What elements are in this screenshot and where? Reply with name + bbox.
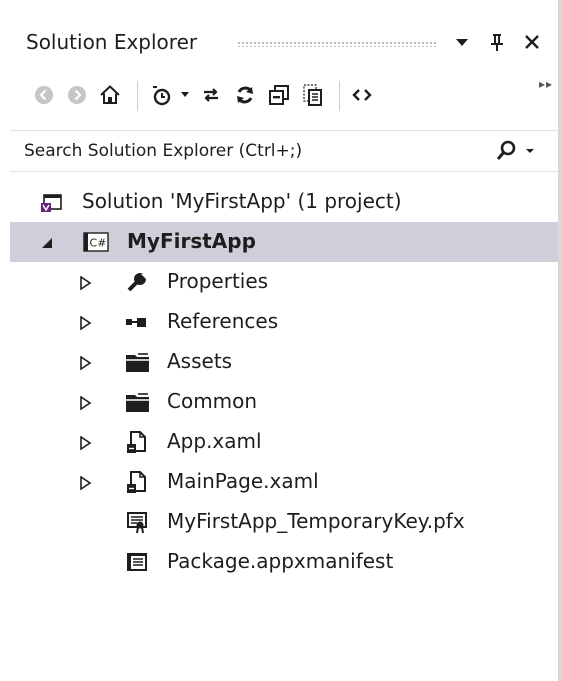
panel-title: Solution Explorer bbox=[26, 30, 198, 54]
tree-item-label: Common bbox=[167, 389, 258, 413]
solution-explorer-toolbar bbox=[0, 72, 558, 122]
collapsed-arrow-icon[interactable] bbox=[78, 395, 92, 411]
forward-icon bbox=[68, 86, 86, 104]
certificate-icon bbox=[125, 510, 149, 534]
close-icon bbox=[525, 35, 539, 49]
tree-item-label: MyFirstApp_TemporaryKey.pfx bbox=[167, 509, 465, 533]
search-options-button[interactable] bbox=[494, 137, 538, 165]
expanded-arrow-icon[interactable] bbox=[40, 235, 54, 249]
collapse-all-icon bbox=[269, 85, 289, 105]
home-button[interactable] bbox=[95, 80, 125, 110]
view-code-button[interactable] bbox=[347, 80, 377, 110]
filter-dropdown-caret[interactable] bbox=[181, 92, 189, 97]
tree-item-label: MainPage.xaml bbox=[167, 469, 319, 493]
tree-item-properties[interactable]: Properties bbox=[10, 262, 558, 302]
solution-explorer-panel: Solution Explorer ▸▸ Search Solution Exp… bbox=[0, 0, 562, 681]
project-icon-text: C# bbox=[90, 237, 107, 250]
chevron-down-icon bbox=[526, 149, 534, 153]
tree-item-label: MyFirstApp bbox=[127, 229, 256, 253]
tree-item-label: Package.appxmanifest bbox=[167, 549, 394, 573]
pin-icon bbox=[491, 34, 503, 51]
title-drag-grip[interactable] bbox=[237, 41, 437, 47]
collapsed-arrow-icon[interactable] bbox=[78, 475, 92, 491]
tree-item-project[interactable]: C# MyFirstApp bbox=[10, 222, 558, 262]
panel-border bbox=[558, 0, 562, 681]
tree-item-references[interactable]: References bbox=[10, 302, 558, 342]
csharp-project-icon: C# bbox=[82, 230, 110, 254]
show-all-files-icon bbox=[303, 84, 322, 106]
view-code-icon bbox=[352, 89, 372, 101]
refresh-button[interactable] bbox=[230, 80, 260, 110]
collapsed-arrow-icon[interactable] bbox=[78, 355, 92, 371]
tree-item-label: Properties bbox=[167, 269, 269, 293]
manifest-icon bbox=[125, 550, 149, 574]
collapsed-arrow-icon[interactable] bbox=[78, 275, 92, 291]
collapsed-arrow-icon[interactable] bbox=[78, 315, 92, 331]
pending-changes-filter-button[interactable] bbox=[146, 80, 176, 110]
search-icon bbox=[496, 140, 516, 160]
xaml-file-icon bbox=[125, 430, 149, 454]
tree-item-app-xaml[interactable]: App.xaml bbox=[10, 422, 558, 462]
auto-hide-pin-button[interactable] bbox=[485, 28, 509, 56]
tree-item-package-manifest[interactable]: Package.appxmanifest bbox=[10, 542, 558, 582]
tree-item-label: References bbox=[167, 309, 279, 333]
xaml-file-icon bbox=[125, 470, 149, 494]
references-icon bbox=[125, 310, 149, 334]
sync-with-active-document-icon bbox=[204, 88, 218, 102]
back-icon bbox=[35, 86, 53, 104]
show-all-files-button[interactable] bbox=[298, 80, 328, 110]
tree-item-common[interactable]: Common bbox=[10, 382, 558, 422]
tree-item-label: Solution 'MyFirstApp' (1 project) bbox=[82, 189, 402, 213]
window-position-dropdown-button[interactable] bbox=[450, 28, 474, 56]
pending-changes-filter-icon bbox=[153, 86, 171, 106]
close-panel-button[interactable] bbox=[519, 28, 545, 56]
sync-with-active-document-button[interactable] bbox=[196, 80, 226, 110]
tree-item-label: App.xaml bbox=[167, 429, 262, 453]
toolbar-separator bbox=[339, 81, 340, 111]
search-input[interactable] bbox=[24, 135, 474, 167]
collapse-all-button[interactable] bbox=[264, 80, 294, 110]
collapsed-arrow-icon[interactable] bbox=[78, 435, 92, 451]
wrench-icon bbox=[125, 270, 149, 294]
dropdown-icon bbox=[456, 39, 468, 46]
tree-item-assets[interactable]: Assets bbox=[10, 342, 558, 382]
tree-item-solution[interactable]: Solution 'MyFirstApp' (1 project) bbox=[10, 182, 558, 222]
panel-title-bar[interactable]: Solution Explorer bbox=[0, 22, 558, 62]
solution-icon bbox=[40, 190, 64, 214]
folder-icon bbox=[125, 350, 149, 374]
search-box[interactable] bbox=[10, 130, 558, 172]
toolbar-overflow-button[interactable]: ▸▸ bbox=[539, 77, 553, 91]
back-button[interactable] bbox=[29, 80, 59, 110]
refresh-icon bbox=[237, 86, 253, 104]
folder-icon bbox=[125, 390, 149, 414]
forward-button[interactable] bbox=[62, 80, 92, 110]
home-icon bbox=[100, 85, 120, 104]
toolbar-separator bbox=[137, 81, 138, 111]
tree-item-temporary-key[interactable]: MyFirstApp_TemporaryKey.pfx bbox=[10, 502, 558, 542]
tree-item-mainpage-xaml[interactable]: MainPage.xaml bbox=[10, 462, 558, 502]
tree-item-label: Assets bbox=[167, 349, 233, 373]
